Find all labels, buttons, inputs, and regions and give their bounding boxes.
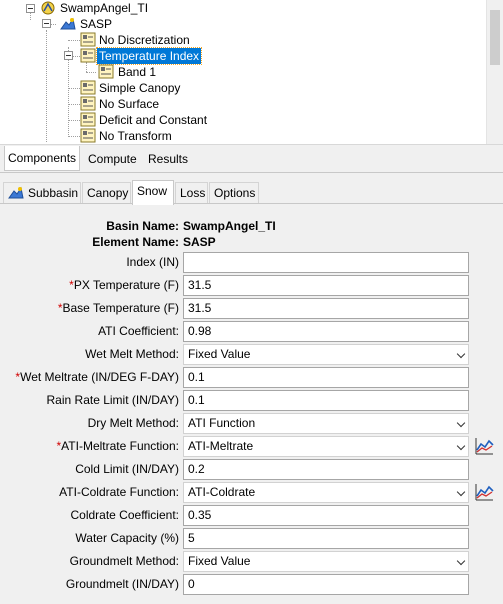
base-temperature-label-text: Base Temperature (F) bbox=[62, 301, 180, 315]
chevron-down-icon bbox=[456, 418, 466, 428]
element-name-value: SASP bbox=[183, 235, 216, 249]
chevron-down-icon bbox=[456, 441, 466, 451]
collapse-icon[interactable] bbox=[26, 4, 35, 13]
basin-name-label: Basin Name: bbox=[106, 219, 179, 233]
method-node-icon bbox=[98, 64, 114, 79]
coldrate-coefficient-label: Coldrate Coefficient: bbox=[70, 508, 179, 522]
wet-meltrate-label: *Wet Meltrate (IN/DEG F-DAY) bbox=[15, 367, 179, 387]
chevron-down-icon bbox=[456, 487, 466, 497]
component-tree[interactable]: SwampAngel_TI SASP No Discretization Tem… bbox=[0, 0, 503, 145]
ati-meltrate-function-label-text: ATI-Meltrate Function: bbox=[61, 439, 179, 453]
ati-coldrate-chart-button[interactable] bbox=[473, 482, 495, 503]
method-node-icon bbox=[80, 32, 96, 47]
dry-melt-method-select[interactable]: ATI Function bbox=[183, 413, 469, 434]
px-temperature-label: *PX Temperature (F) bbox=[69, 275, 179, 295]
tree-node-deficit-constant[interactable]: Deficit and Constant bbox=[97, 112, 209, 128]
groundmelt-input[interactable]: 0 bbox=[183, 574, 469, 595]
tab-results[interactable]: Results bbox=[145, 148, 191, 170]
tab-subbasin[interactable]: Subbasin bbox=[3, 182, 81, 204]
tab-subbasin-label: Subbasin bbox=[28, 186, 79, 200]
water-capacity-label: Water Capacity (%) bbox=[75, 531, 179, 545]
base-temperature-label: *Base Temperature (F) bbox=[58, 298, 179, 318]
ati-coldrate-function-value: ATI-Coldrate bbox=[188, 485, 256, 499]
cold-limit-input[interactable]: 0.2 bbox=[183, 459, 469, 480]
ati-meltrate-function-label: *ATI-Meltrate Function: bbox=[57, 436, 180, 456]
collapse-icon[interactable] bbox=[42, 19, 51, 28]
tab-options[interactable]: Options bbox=[209, 182, 259, 204]
tree-node-temperature-index[interactable]: Temperature Index bbox=[95, 47, 203, 65]
ati-coldrate-function-label: ATI-Coldrate Function: bbox=[59, 485, 179, 499]
index-input[interactable] bbox=[183, 252, 469, 273]
dry-melt-method-value: ATI Function bbox=[188, 416, 256, 430]
basin-name-value: SwampAngel_TI bbox=[183, 219, 276, 233]
wet-meltrate-label-text: Wet Meltrate (IN/DEG F-DAY) bbox=[20, 370, 179, 384]
base-temperature-input[interactable]: 31.5 bbox=[183, 298, 469, 319]
splitter[interactable] bbox=[0, 172, 503, 177]
px-temperature-input[interactable]: 31.5 bbox=[183, 275, 469, 296]
wet-melt-method-label: Wet Melt Method: bbox=[85, 347, 179, 361]
dry-melt-method-label: Dry Melt Method: bbox=[87, 416, 179, 430]
tree-scrollbar[interactable] bbox=[486, 0, 503, 144]
wet-melt-method-select[interactable]: Fixed Value bbox=[183, 344, 469, 365]
ati-coldrate-function-select[interactable]: ATI-Coldrate bbox=[183, 482, 469, 503]
tab-snow[interactable]: Snow bbox=[132, 180, 174, 205]
ati-meltrate-chart-button[interactable] bbox=[473, 436, 495, 457]
panel-tabs: Components Compute Results bbox=[0, 146, 503, 172]
tree-node-no-discretization[interactable]: No Discretization bbox=[97, 32, 192, 48]
scrollbar-thumb[interactable] bbox=[490, 10, 500, 65]
element-name-label: Element Name: bbox=[92, 235, 179, 249]
method-node-icon bbox=[80, 96, 96, 111]
subbasin-icon bbox=[60, 16, 76, 31]
water-capacity-input[interactable]: 5 bbox=[183, 528, 469, 549]
groundmelt-method-value: Fixed Value bbox=[188, 554, 251, 568]
tree-node-simple-canopy[interactable]: Simple Canopy bbox=[97, 80, 182, 96]
tab-components[interactable]: Components bbox=[4, 146, 81, 171]
tree-node-no-transform[interactable]: No Transform bbox=[97, 128, 174, 144]
wet-melt-method-value: Fixed Value bbox=[188, 347, 251, 361]
chart-icon bbox=[473, 484, 495, 506]
chevron-down-icon bbox=[456, 556, 466, 566]
basin-model-icon bbox=[40, 0, 56, 15]
wet-meltrate-input[interactable]: 0.1 bbox=[183, 367, 469, 388]
tree-node-root[interactable]: SwampAngel_TI bbox=[58, 0, 150, 16]
method-node-icon bbox=[80, 80, 96, 95]
rain-rate-limit-label: Rain Rate Limit (IN/DAY) bbox=[46, 393, 179, 407]
cold-limit-label: Cold Limit (IN/DAY) bbox=[75, 462, 179, 476]
tree-node-element[interactable]: SASP bbox=[78, 16, 114, 32]
ati-coefficient-label: ATI Coefficient: bbox=[98, 324, 179, 338]
chevron-down-icon bbox=[456, 349, 466, 359]
collapse-icon[interactable] bbox=[64, 51, 73, 60]
method-node-icon bbox=[80, 128, 96, 143]
groundmelt-method-select[interactable]: Fixed Value bbox=[183, 551, 469, 572]
method-node-icon bbox=[80, 48, 96, 63]
method-node-icon bbox=[80, 112, 96, 127]
index-label: Index (IN) bbox=[126, 255, 179, 269]
groundmelt-label: Groundmelt (IN/DAY) bbox=[65, 577, 179, 591]
chart-icon bbox=[473, 438, 495, 460]
ati-meltrate-function-select[interactable]: ATI-Meltrate bbox=[183, 436, 469, 457]
tree-node-no-surface[interactable]: No Surface bbox=[97, 96, 161, 112]
coldrate-coefficient-input[interactable]: 0.35 bbox=[183, 505, 469, 526]
tree-node-band-1[interactable]: Band 1 bbox=[116, 64, 158, 80]
rain-rate-limit-input[interactable]: 0.1 bbox=[183, 390, 469, 411]
groundmelt-method-label: Groundmelt Method: bbox=[69, 554, 179, 568]
tab-loss[interactable]: Loss bbox=[175, 182, 208, 204]
ati-meltrate-function-value: ATI-Meltrate bbox=[188, 439, 254, 453]
editor-tabs: Subbasin Canopy Snow Loss Options bbox=[0, 180, 503, 205]
ati-coefficient-input[interactable]: 0.98 bbox=[183, 321, 469, 342]
px-temperature-label-text: PX Temperature (F) bbox=[73, 278, 179, 292]
tab-compute[interactable]: Compute bbox=[85, 148, 140, 170]
tab-canopy[interactable]: Canopy bbox=[82, 182, 131, 204]
